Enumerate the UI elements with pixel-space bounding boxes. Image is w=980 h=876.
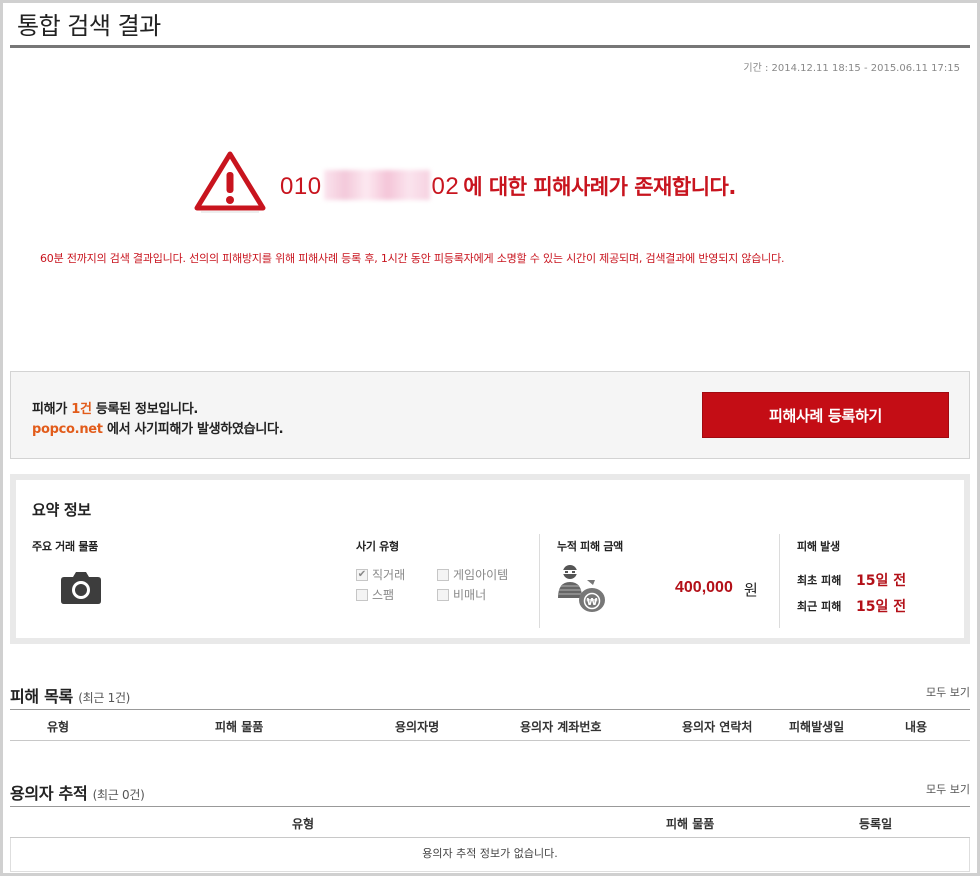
recent-damage-value: 15일 전: [856, 599, 907, 615]
col-suspect-contact[interactable]: 용의자 연락처: [682, 718, 752, 735]
register-line1-prefix: 피해가: [32, 402, 72, 417]
damage-list-count: (최근 1건): [78, 691, 131, 705]
col-type[interactable]: 유형: [292, 815, 314, 832]
col-damaged-item[interactable]: 피해 물품: [215, 718, 263, 735]
col-suspect-account[interactable]: 용의자 계좌번호: [520, 718, 601, 735]
register-case-button[interactable]: 피해사례 등록하기: [702, 392, 949, 438]
thief-money-bag-icon: ₩: [558, 565, 605, 612]
col-type[interactable]: 유형: [47, 718, 69, 735]
damage-amount: 400,000: [675, 579, 733, 596]
title-divider: [10, 45, 970, 48]
fraud-type-label-direct: 직거래: [372, 568, 406, 582]
first-damage-label: 최초 피해: [797, 574, 842, 587]
col-suspect-name[interactable]: 용의자명: [395, 718, 439, 735]
col-damaged-item[interactable]: 피해 물품: [666, 815, 714, 832]
fraud-type-label-manner: 비매너: [453, 588, 487, 602]
notice-text: 60분 전까지의 검색 결과입니다. 선의의 피해방지를 위해 피해사례 등록 …: [40, 252, 785, 265]
col-content[interactable]: 내용: [905, 718, 927, 735]
register-panel: 피해가 1건 등록된 정보입니다. popco.net 에서 사기피해가 발생하…: [10, 371, 970, 459]
fraud-type-direct: ✔ 직거래: [356, 566, 405, 583]
fraud-type-label-spam: 스팸: [372, 588, 395, 602]
suspect-track-count: (최근 0건): [92, 788, 145, 802]
first-damage-value: 15일 전: [856, 573, 907, 589]
suspect-track-empty-row: 용의자 추적 정보가 없습니다.: [10, 838, 970, 872]
amount-label: 누적 피해 금액: [557, 540, 623, 553]
col-damage-date[interactable]: 피해발생일: [789, 718, 844, 735]
register-site: popco.net: [32, 422, 103, 437]
register-line1-suffix: 등록된 정보입니다.: [91, 402, 198, 417]
search-period: 기간 : 2014.12.11 18:15 - 2015.06.11 17:15: [743, 63, 960, 74]
summary-title: 요약 정보: [32, 501, 91, 519]
suspect-track-title: 용의자 추적 (최근 0건): [10, 780, 145, 804]
fraud-type-bad-manner: 비매너: [437, 586, 486, 603]
checkbox-icon: [356, 588, 368, 601]
damage-list-title-text: 피해 목록: [10, 687, 73, 706]
fraud-type-label-game: 게임아이템: [453, 568, 509, 582]
checkbox-checked-icon: ✔: [356, 568, 368, 581]
register-count-line: 피해가 1건 등록된 정보입니다.: [32, 398, 198, 417]
register-site-line: popco.net 에서 사기피해가 발생하였습니다.: [32, 418, 284, 437]
alert-message: 에 대한 피해사례가 존재합니다.: [463, 175, 736, 199]
suspect-track-table-header: 유형 피해 물품 등록일: [10, 806, 970, 838]
fraud-type-label: 사기 유형: [356, 540, 399, 553]
masked-phone-digits: [323, 170, 430, 200]
damage-list-title: 피해 목록 (최근 1건): [10, 683, 130, 707]
fraud-type-game-item: 게임아이템: [437, 566, 508, 583]
damage-amount-unit: 원: [744, 581, 758, 599]
fraud-type-spam: 스팸: [356, 586, 394, 603]
checkbox-icon: [437, 588, 449, 601]
checkbox-icon: [437, 568, 449, 581]
phone-suffix: 02: [431, 173, 460, 200]
phone-prefix: 010: [280, 173, 322, 200]
warning-icon: [194, 151, 266, 213]
summary-panel: 요약 정보 주요 거래 물품 사기 유형 ✔ 직거래 게임아이템 스팸 비매너 누…: [10, 474, 970, 644]
alert-headline: 010 02 에 대한 피해사례가 존재합니다.: [280, 170, 736, 201]
items-label: 주요 거래 물품: [32, 540, 98, 553]
register-count: 1건: [71, 402, 92, 417]
col-registered-date[interactable]: 등록일: [859, 815, 892, 832]
summary-divider: [779, 534, 780, 628]
summary-divider: [539, 534, 540, 628]
suspect-track-title-text: 용의자 추적: [10, 784, 88, 803]
camera-icon: [61, 572, 101, 604]
suspect-track-see-all-link[interactable]: 모두 보기: [926, 781, 970, 797]
page-title: 통합 검색 결과: [17, 12, 161, 40]
svg-text:₩: ₩: [586, 597, 597, 608]
summary-content: 요약 정보 주요 거래 물품 사기 유형 ✔ 직거래 게임아이템 스팸 비매너 누…: [16, 480, 964, 638]
damage-list-table-header: 유형 피해 물품 용의자명 용의자 계좌번호 용의자 연락처 피해발생일 내용: [10, 709, 970, 741]
damage-list-see-all-link[interactable]: 모두 보기: [926, 684, 970, 700]
occurrence-label: 피해 발생: [797, 540, 840, 553]
recent-damage-label: 최근 피해: [797, 600, 842, 613]
register-line2-suffix: 에서 사기피해가 발생하였습니다.: [102, 422, 284, 437]
